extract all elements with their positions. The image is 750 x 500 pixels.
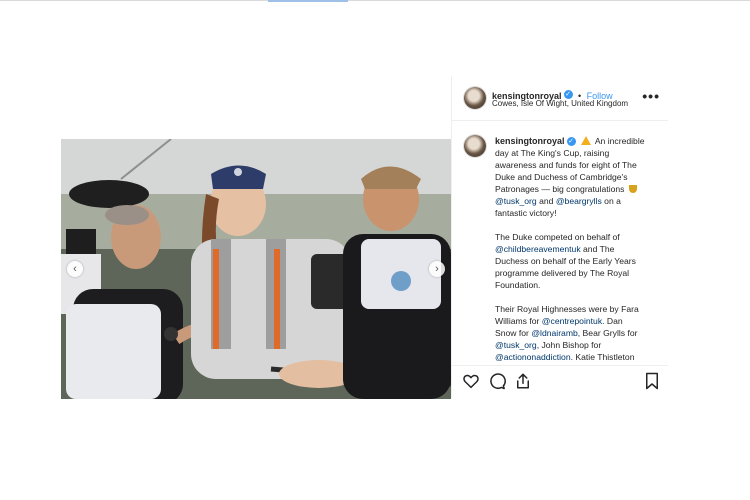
post-actions-bar [452,365,668,399]
mention-link[interactable]: @tusk_org [495,196,537,206]
caption-area: kensingtonroyal ✓ An incredible day at Th… [452,121,668,365]
location-link[interactable]: Cowes, Isle Of Wight, United Kingdom [492,99,628,108]
previous-photo-icon[interactable]: ‹ [67,261,83,277]
mention-link[interactable]: @actiononaddiction [495,352,571,362]
bookmark-icon[interactable] [644,372,660,395]
mention-link[interactable]: @beargrylls [556,196,602,206]
sailboat-emoji-icon [580,136,591,145]
caption-text: , Bear Grylls for [577,328,638,338]
next-photo-icon[interactable]: › [429,261,445,277]
mention-link[interactable]: @childbereavementuk [495,244,581,254]
verified-badge-icon: ✓ [563,90,573,100]
browser-tab-indicator [268,0,348,2]
post-photo[interactable]: ‹ › [61,139,451,399]
mention-link[interactable]: @tusk_org [495,340,537,350]
caption-text: . Katie Thistleton [570,352,635,362]
post-caption: kensingtonroyal ✓ An incredible day at Th… [495,135,645,365]
post-side-panel: kensingtonroyal ✓ • Follow Cowes, Isle Of… [451,76,668,398]
more-options-icon[interactable]: ••• [642,88,660,104]
mention-link[interactable]: @centrepointuk [542,316,602,326]
caption-avatar[interactable] [464,135,486,157]
caption-text: and [536,196,556,206]
caption-text: , John Bishop for [536,340,602,350]
post-header: kensingtonroyal ✓ • Follow Cowes, Isle Of… [452,76,668,121]
browser-top-border [0,0,750,1]
sailing-crew-illustration [61,139,451,399]
comment-icon[interactable] [488,372,506,395]
avatar[interactable] [464,87,486,109]
verified-badge-icon: ✓ [566,137,576,147]
heart-icon[interactable] [462,372,480,395]
caption-username-link[interactable]: kensingtonroyal [495,136,565,146]
caption-text: The Duke competed on behalf of [495,232,620,242]
trophy-emoji-icon [628,185,637,193]
share-icon[interactable] [514,372,532,395]
mention-link[interactable]: @ldnairamb [531,328,577,338]
instagram-post: ‹ › kensingtonroyal ✓ • Follow Cowes, Isl… [61,76,668,399]
